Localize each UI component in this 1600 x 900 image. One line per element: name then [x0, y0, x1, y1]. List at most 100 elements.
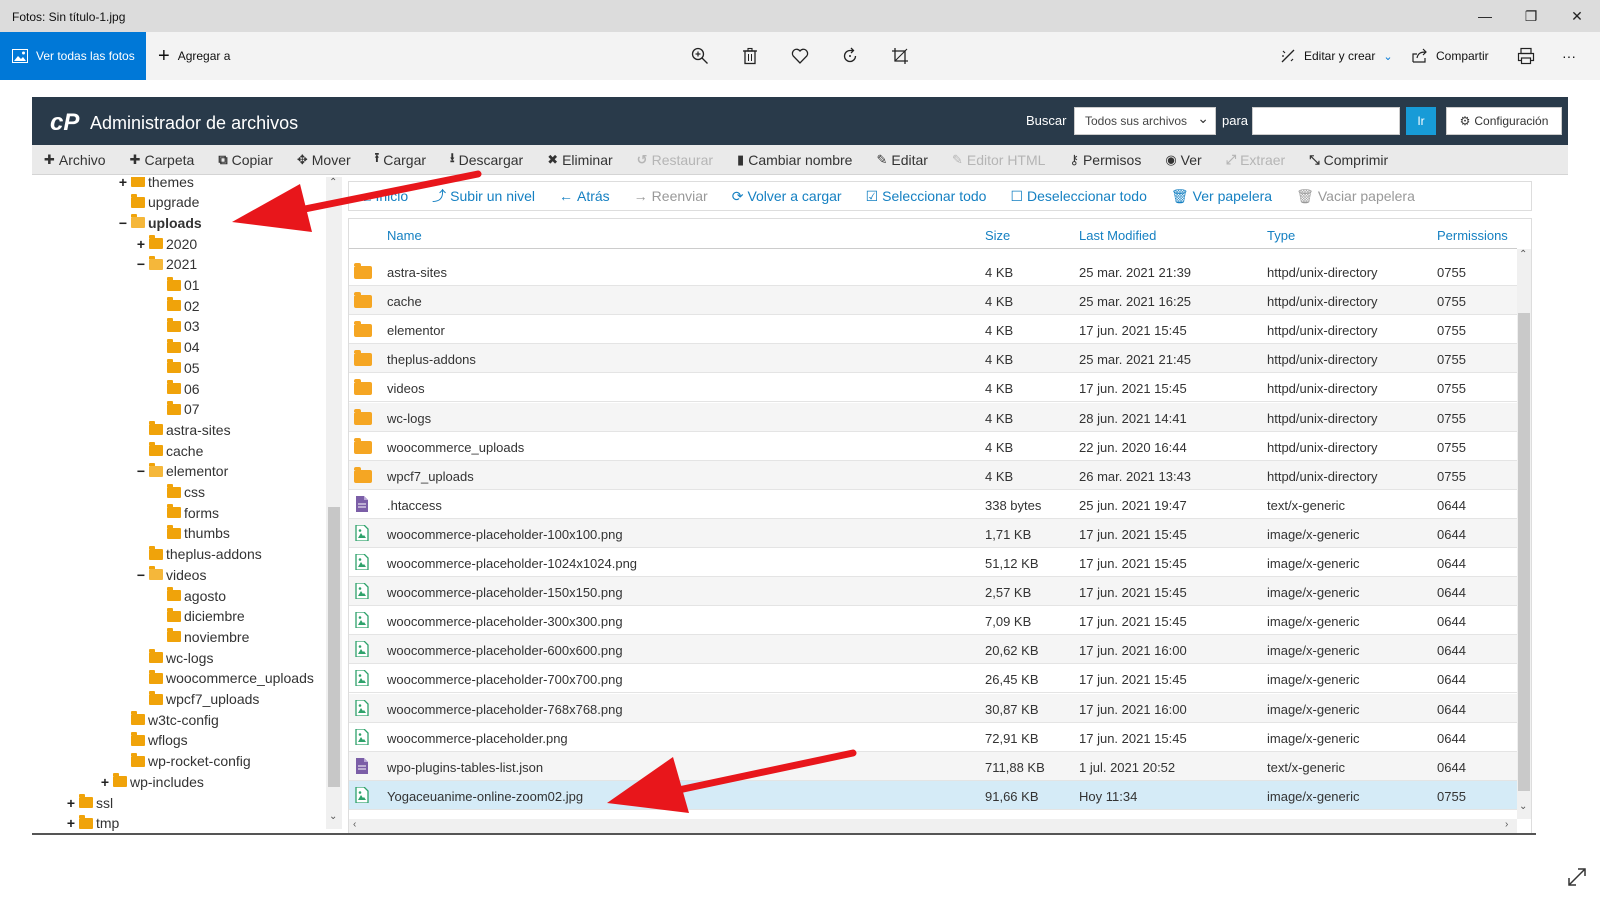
edit-create-button[interactable]: Editar y crear ⌄	[1280, 32, 1393, 80]
tree-item[interactable]: 03	[154, 316, 200, 337]
tree-item[interactable]: + tmp	[66, 813, 119, 833]
nav-atr-s-button[interactable]: ← Atrás	[559, 188, 610, 204]
toolbar-copiar-button[interactable]: ⧉ Copiar	[218, 152, 273, 168]
print-icon[interactable]	[1514, 44, 1538, 68]
column-name[interactable]: Name	[387, 228, 422, 243]
search-input[interactable]	[1252, 107, 1400, 135]
scroll-left-icon[interactable]: ‹	[353, 819, 356, 830]
tree-item[interactable]: forms	[154, 502, 219, 523]
nav-vaciar-papelera-button[interactable]: 🗑 Vaciar papelera	[1296, 188, 1415, 205]
collapse-icon[interactable]: −	[136, 463, 146, 479]
expand-icon[interactable]: +	[100, 774, 110, 790]
tree-item[interactable]: wpcf7_uploads	[136, 689, 259, 710]
toolbar-cargar-button[interactable]: ⭱ Cargar	[375, 149, 426, 171]
tree-item[interactable]: + ssl	[66, 792, 113, 813]
toolbar-restaurar-button[interactable]: ↺ Restaurar	[637, 152, 713, 168]
table-row[interactable]: wpo-plugins-tables-list.json 711,88 KB 1 j…	[349, 751, 1517, 781]
trash-icon[interactable]	[738, 44, 762, 68]
toolbar-eliminar-button[interactable]: ✖ Eliminar	[547, 152, 612, 168]
tree-item[interactable]: − videos	[136, 564, 206, 585]
tree-item[interactable]: astra-sites	[136, 419, 231, 440]
toolbar-editar-button[interactable]: ✎ Editar	[876, 152, 927, 168]
scroll-down-icon[interactable]: ⌄	[329, 811, 337, 822]
tree-item[interactable]: 05	[154, 357, 200, 378]
table-row[interactable]: woocommerce-placeholder-768x768.png 30,87…	[349, 693, 1517, 723]
table-row[interactable]: Yogaceuanime-online-zoom02.jpg 91,66 KB Ho…	[349, 780, 1517, 810]
expand-icon[interactable]: +	[136, 236, 146, 252]
crop-icon[interactable]	[888, 44, 912, 68]
tree-item[interactable]: woocommerce_uploads	[136, 668, 314, 689]
nav-deseleccionar-todo-button[interactable]: ☐ Deseleccionar todo	[1010, 188, 1146, 205]
tree-item[interactable]: 01	[154, 275, 200, 296]
toolbar-cambiar-nombre-button[interactable]: ▮ Cambiar nombre	[737, 152, 852, 168]
tree-item[interactable]: wc-logs	[136, 647, 213, 668]
table-row[interactable]: woocommerce-placeholder-600x600.png 20,62…	[349, 635, 1517, 665]
tree-item[interactable]: cache	[136, 440, 203, 461]
table-row[interactable]: woocommerce-placeholder-700x700.png 26,45…	[349, 664, 1517, 694]
toolbar-ver-button[interactable]: ◉ Ver	[1165, 152, 1201, 168]
table-row[interactable]: wc-logs 4 KB 28 jun. 2021 14:41 httpd/unix-…	[349, 402, 1517, 432]
column-type[interactable]: Type	[1267, 228, 1295, 243]
table-row[interactable]: wpcf7_uploads 4 KB 26 mar. 2021 13:43 httpd…	[349, 460, 1517, 490]
tree-item[interactable]: + themes	[118, 177, 194, 192]
search-go-button[interactable]: Ir	[1406, 107, 1436, 135]
collapse-icon[interactable]: −	[136, 567, 146, 583]
settings-button[interactable]: ⚙ Configuración	[1446, 107, 1562, 135]
heart-icon[interactable]	[788, 44, 812, 68]
tree-item[interactable]: w3tc-config	[118, 709, 219, 730]
table-row[interactable]: woocommerce-placeholder-1024x1024.png 51,…	[349, 548, 1517, 577]
zoom-in-icon[interactable]	[688, 44, 712, 68]
table-row[interactable]: woocommerce-placeholder.png 72,91 KB 17 ju…	[349, 723, 1517, 752]
column-size[interactable]: Size	[985, 228, 1010, 243]
column-permissions[interactable]: Permissions	[1437, 228, 1508, 243]
tree-item[interactable]: upgrade	[118, 192, 199, 213]
tree-item[interactable]: − elementor	[136, 461, 228, 482]
tree-item[interactable]: wp-rocket-config	[118, 751, 251, 772]
table-row[interactable]: woocommerce-placeholder-100x100.png 1,71 …	[349, 518, 1517, 548]
nav-ver-papelera-button[interactable]: 🗑 Ver papelera	[1171, 188, 1272, 205]
table-row[interactable]: woocommerce-placeholder-300x300.png 7,09 …	[349, 606, 1517, 636]
more-options-button[interactable]: ···	[1562, 32, 1576, 80]
file-list-horizontal-scrollbar[interactable]: ‹ ›	[349, 819, 1517, 833]
minimize-button[interactable]: —	[1462, 0, 1508, 32]
close-button[interactable]: ✕	[1554, 0, 1600, 32]
toolbar-comprimir-button[interactable]: ⤡ Comprimir	[1309, 152, 1388, 168]
scroll-right-icon[interactable]: ›	[1505, 819, 1508, 830]
tree-item[interactable]: 02	[154, 295, 200, 316]
tree-item[interactable]: 07	[154, 399, 200, 420]
column-last-modified[interactable]: Last Modified	[1079, 228, 1156, 243]
search-scope-select[interactable]: Todos sus archivos	[1074, 107, 1216, 135]
toolbar-mover-button[interactable]: ✥ Mover	[297, 152, 351, 168]
scroll-up-icon[interactable]: ⌃	[329, 177, 337, 188]
tree-item[interactable]: agosto	[154, 585, 226, 606]
toolbar-editor-html-button[interactable]: ✎ Editor HTML	[952, 152, 1045, 168]
tree-item[interactable]: − uploads	[118, 212, 202, 233]
tree-scrollbar-thumb[interactable]	[328, 507, 340, 787]
toolbar-extraer-button[interactable]: ⤢ Extraer	[1226, 152, 1286, 168]
nav-volver-a-cargar-button[interactable]: ⟳ Volver a cargar	[732, 188, 842, 205]
tree-item[interactable]: thumbs	[154, 523, 230, 544]
tree-scrollbar[interactable]: ⌃ ⌄	[326, 177, 342, 829]
tree-item[interactable]: + wp-includes	[100, 771, 204, 792]
expand-icon[interactable]: +	[66, 795, 76, 811]
table-row[interactable]: elementor 4 KB 17 jun. 2021 15:45 httpd/uni…	[349, 315, 1517, 345]
tree-item[interactable]: +2020	[136, 233, 197, 254]
table-row[interactable]: theplus-addons 4 KB 25 mar. 2021 21:45 http…	[349, 344, 1517, 374]
toolbar-descargar-button[interactable]: ⭳ Descargar	[450, 149, 523, 171]
toolbar-permisos-button[interactable]: ⚷ Permisos	[1069, 152, 1141, 168]
add-to-button[interactable]: + Agregar a	[158, 32, 230, 80]
tree-item[interactable]: − 2021	[136, 254, 197, 275]
maximize-button[interactable]: ❐	[1508, 0, 1554, 32]
nav-reenviar-button[interactable]: → Reenviar	[634, 188, 708, 204]
tree-item[interactable]: css	[154, 482, 205, 503]
collapse-icon[interactable]: −	[118, 215, 128, 231]
rotate-icon[interactable]	[838, 44, 862, 68]
nav-subir-un-nivel-button[interactable]: ⤴ Subir un nivel	[432, 186, 535, 206]
scroll-down-icon[interactable]: ⌄	[1519, 801, 1527, 812]
table-row[interactable]: woocommerce_uploads 4 KB 22 jun. 2020 16:4…	[349, 432, 1517, 461]
collapse-icon[interactable]: −	[136, 256, 146, 272]
tree-item[interactable]: wflogs	[118, 730, 188, 751]
expand-icon[interactable]: +	[118, 177, 128, 190]
expand-icon[interactable]	[1566, 866, 1588, 888]
file-list-scrollbar-thumb[interactable]	[1518, 313, 1530, 791]
